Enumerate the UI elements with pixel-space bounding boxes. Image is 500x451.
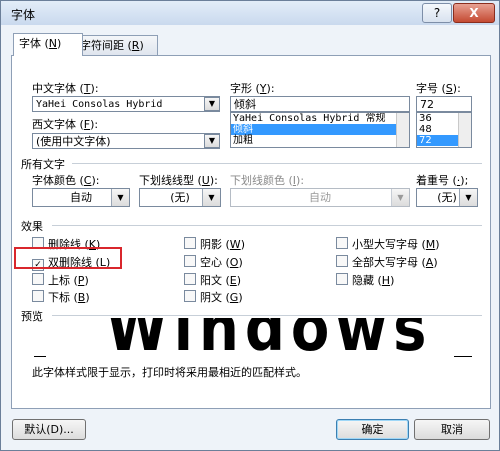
ok-button[interactable]: 确定 (336, 419, 409, 440)
tab-spacing-label-end: ) (139, 39, 144, 52)
divider (72, 163, 482, 164)
list-item[interactable]: YaHei Consolas Hybrid 常规 (231, 113, 409, 124)
double-strikethrough-highlight (14, 247, 122, 269)
font-style-input[interactable]: 倾斜 (230, 96, 410, 112)
superscript-checkbox[interactable]: 上标 (P) (32, 272, 89, 288)
underline-style-label: 下划线线型 (U): (139, 174, 218, 187)
western-font-label: 西文字体 (F): (32, 118, 99, 131)
shadow-checkbox[interactable]: 阴影 (W) (184, 236, 245, 252)
divider (52, 315, 482, 316)
title-bar: 字体 ? X (1, 1, 499, 25)
font-size-label: 字号 (S): (416, 82, 461, 95)
chevron-down-icon: ▼ (111, 189, 129, 206)
preview-box: Windows (54, 318, 451, 358)
tab-font[interactable]: 字体 (N) (13, 33, 83, 56)
preview-baseline-left (34, 356, 46, 357)
tab-font-label-end: ) (57, 37, 62, 50)
emphasis-mark-select[interactable]: (无) ▼ (416, 188, 478, 207)
preview-note: 此字体样式限于显示，打印时将采用最相近的匹配样式。 (32, 366, 307, 379)
font-color-select[interactable]: 自动 ▼ (32, 188, 130, 207)
window-title: 字体 (11, 8, 36, 22)
underline-color-label: 下划线颜色 (I): (230, 174, 305, 187)
scrollbar[interactable] (396, 113, 409, 147)
cancel-button[interactable]: 取消 (414, 419, 490, 440)
divider (52, 225, 482, 226)
font-size-list[interactable]: 36 48 72 (416, 112, 472, 148)
small-caps-checkbox[interactable]: 小型大写字母 (M) (336, 236, 440, 252)
chevron-down-icon[interactable]: ▼ (204, 134, 220, 148)
font-color-label: 字体颜色 (C): (32, 174, 100, 187)
underline-color-select: 自动 ▼ (230, 188, 410, 207)
tab-spacing-label: 字符间距 ( (80, 39, 132, 52)
close-button[interactable]: X (453, 3, 495, 23)
effects-section-label: 效果 (21, 220, 43, 233)
help-button[interactable]: ? (422, 3, 452, 23)
tab-font-label: 字体 ( (19, 37, 49, 50)
font-style-label: 字形 (Y): (230, 82, 275, 95)
preview-section-label: 预览 (21, 310, 43, 323)
preview-sample-text: Windows (106, 318, 433, 358)
all-text-section-label: 所有文字 (21, 158, 65, 171)
all-caps-checkbox[interactable]: 全部大写字母 (A) (336, 254, 438, 270)
outline-checkbox[interactable]: 空心 (O) (184, 254, 243, 270)
emboss-checkbox[interactable]: 阳文 (E) (184, 272, 241, 288)
scrollbar[interactable] (458, 113, 471, 147)
chinese-font-label: 中文字体 (T): (32, 82, 99, 95)
emphasis-mark-label: 着重号 (·); (416, 174, 469, 187)
list-item[interactable]: 加粗 (231, 135, 409, 146)
western-font-select[interactable]: (使用中文字体) (32, 133, 220, 149)
default-button[interactable]: 默认(D)... (12, 419, 86, 440)
font-dialog: 字体 ? X 字体 (N) 字符间距 (R) 中文字体 (T): YaHei C… (0, 0, 500, 451)
engrave-checkbox[interactable]: 阴文 (G) (184, 289, 243, 305)
list-item-selected[interactable]: 倾斜 (231, 124, 409, 135)
chinese-font-select[interactable]: YaHei Consolas Hybrid (32, 96, 220, 112)
hidden-checkbox[interactable]: 隐藏 (H) (336, 272, 394, 288)
underline-style-select[interactable]: (无) ▼ (139, 188, 221, 207)
font-size-input[interactable]: 72 (416, 96, 472, 112)
tab-character-spacing[interactable]: 字符间距 (R) (74, 35, 158, 55)
chevron-down-icon: ▼ (202, 189, 220, 206)
preview-baseline-right (454, 356, 472, 357)
chevron-down-icon[interactable]: ▼ (204, 97, 220, 111)
tab-font-key: N (48, 37, 58, 50)
font-style-list[interactable]: YaHei Consolas Hybrid 常规 倾斜 加粗 (230, 112, 410, 148)
chevron-down-icon: ▼ (459, 189, 477, 206)
chevron-down-icon: ▼ (391, 189, 409, 206)
subscript-checkbox[interactable]: 下标 (B) (32, 289, 90, 305)
